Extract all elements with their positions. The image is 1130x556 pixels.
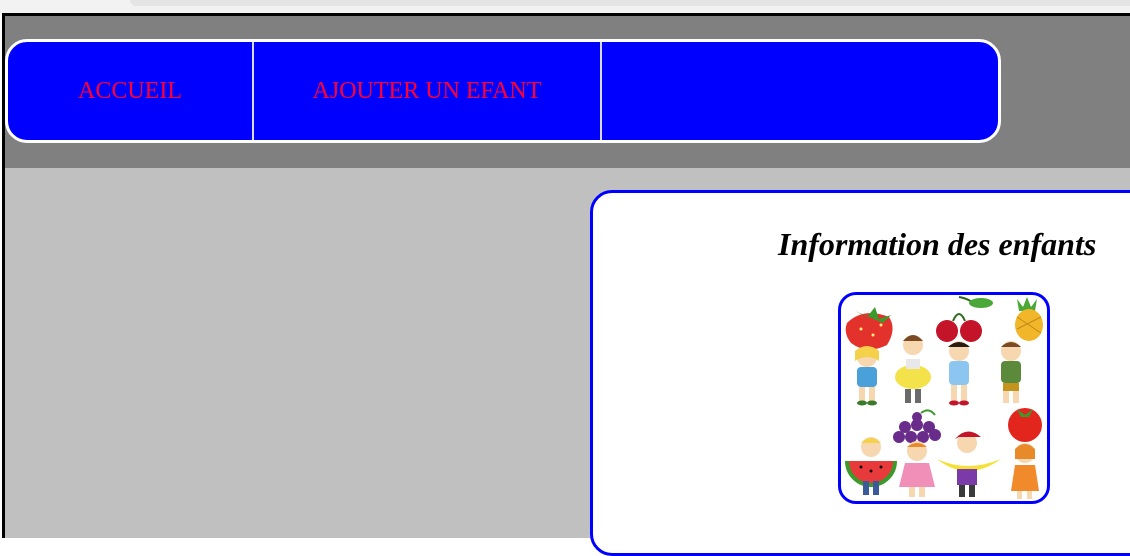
tomato-kid-figure (1008, 408, 1042, 499)
browser-top-strip (0, 0, 1130, 13)
card-title: Information des enfants (778, 226, 1097, 262)
pineapple-kid-figure (1001, 297, 1043, 403)
browser-tab-shade (130, 0, 1130, 6)
lemon-kid-figure (895, 335, 931, 403)
main-nav: ACCUEIL AJOUTER UN EFANT (5, 39, 1001, 143)
nav-item-ajouter-enfant[interactable]: AJOUTER UN EFANT (254, 42, 602, 140)
banana-kid-figure (937, 431, 1001, 497)
cherry-kid-figure (936, 296, 993, 406)
nav-item-accueil[interactable]: ACCUEIL (8, 42, 254, 140)
strawberry-kid-figure (845, 307, 893, 406)
kids-fruits-image (838, 292, 1050, 504)
grape-kid-figure (893, 409, 941, 497)
watermelon-kid-figure (845, 437, 897, 495)
nav-item-empty (602, 42, 998, 140)
